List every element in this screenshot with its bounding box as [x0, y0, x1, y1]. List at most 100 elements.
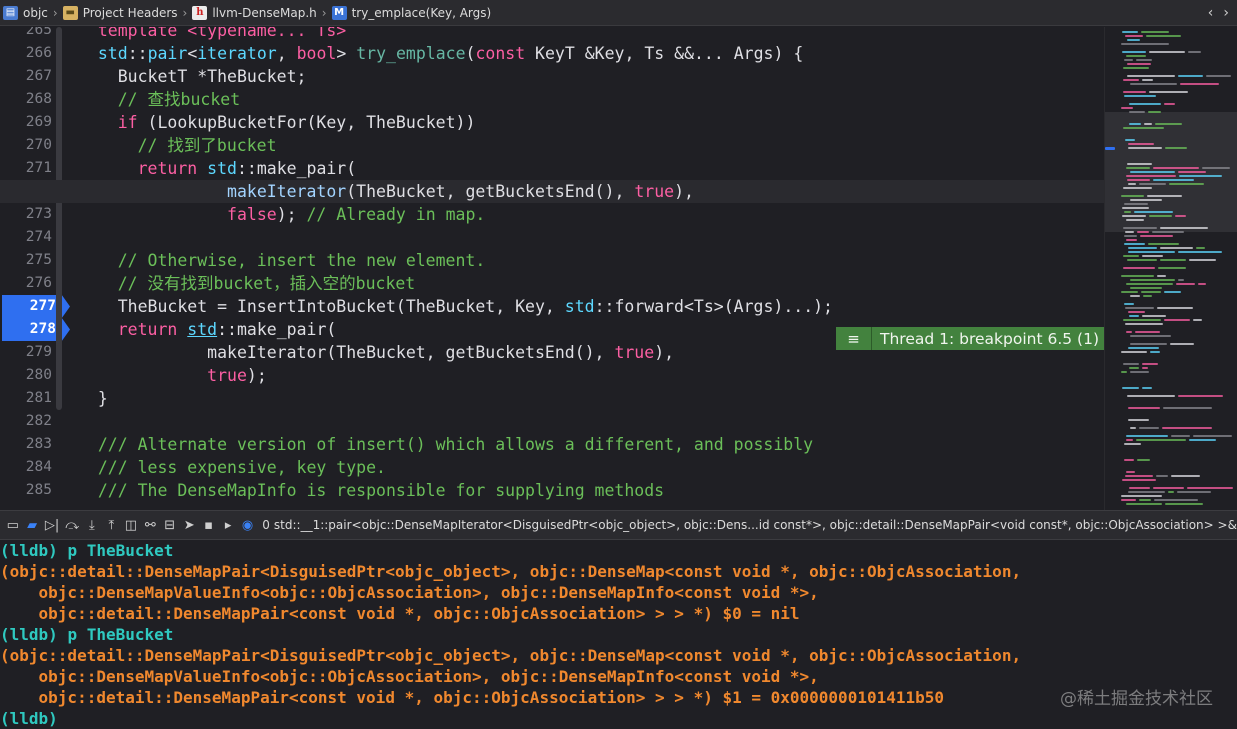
code-line[interactable]: } — [0, 387, 1104, 410]
continue-icon[interactable]: ▷| — [45, 513, 59, 537]
code-line[interactable]: template <typename... Ts> — [0, 27, 1104, 42]
minimap-line — [1143, 295, 1152, 297]
code-line[interactable]: BucketT *TheBucket; — [0, 65, 1104, 88]
menu-lines-icon: ≡ — [836, 327, 872, 350]
code-line[interactable]: // 查找bucket — [0, 88, 1104, 111]
terminal-icon[interactable]: ▪ — [202, 513, 215, 537]
back-icon[interactable]: ‹ — [1208, 5, 1214, 21]
minimap-line — [1193, 319, 1202, 321]
simulate-location-icon[interactable]: ➤ — [182, 513, 195, 537]
step-out-icon[interactable]: ⤒ — [105, 513, 118, 537]
minimap-line — [1125, 323, 1163, 325]
minimap-line — [1124, 59, 1133, 61]
code-line[interactable]: true); — [0, 364, 1104, 387]
console-toggle-icon[interactable]: ▭ — [6, 513, 19, 537]
code-line[interactable] — [0, 226, 1104, 249]
code-line[interactable]: // 没有找到bucket，插入空的bucket — [0, 272, 1104, 295]
minimap-line — [1142, 255, 1163, 257]
crumb-method[interactable]: M try_emplace(Key, Args) — [329, 0, 495, 25]
minimap-line — [1126, 55, 1146, 57]
minimap-line — [1180, 83, 1219, 85]
code-line[interactable]: // 找到了bucket — [0, 134, 1104, 157]
minimap[interactable] — [1104, 27, 1237, 510]
environment-override-icon[interactable]: ⊟ — [163, 513, 176, 537]
code-token: true — [634, 182, 675, 201]
minimap-line — [1127, 179, 1150, 181]
code-token: BucketT *TheBucket; — [78, 67, 307, 86]
crumb-folder[interactable]: ▬ Project Headers — [60, 0, 181, 25]
code-token: pair — [147, 44, 188, 63]
project-icon: ▤ — [3, 5, 18, 20]
chevron-right-icon: › — [52, 5, 58, 20]
minimap-line — [1126, 331, 1132, 333]
frame-description[interactable]: std::__1::pair<objc::DenseMapIterator<Di… — [274, 518, 1237, 532]
crumb-file[interactable]: h llvm-DenseMap.h — [189, 0, 319, 25]
code-token: ); — [246, 366, 267, 385]
code-line[interactable]: /// Alternate version of insert() which … — [0, 433, 1104, 456]
lldb-output: (objc::detail::DenseMapPair<DisguisedPtr… — [0, 562, 1022, 581]
minimap-line — [1160, 227, 1208, 229]
minimap-line — [1155, 123, 1182, 125]
lldb-console[interactable]: (lldb) p TheBucket (objc::detail::DenseMa… — [0, 540, 1237, 729]
minimap-line — [1129, 367, 1139, 369]
step-over-icon[interactable]: ⤼ — [65, 513, 79, 537]
minimap-line — [1122, 31, 1138, 33]
minimap-line — [1126, 175, 1176, 177]
minimap-line — [1144, 123, 1152, 125]
crumb-method-label: try_emplace(Key, Args) — [351, 5, 492, 20]
minimap-line — [1171, 435, 1190, 437]
console-line: objc::DenseMapValueInfo<objc::ObjcAssoci… — [0, 582, 1237, 603]
minimap-line — [1178, 251, 1222, 253]
minimap-line — [1126, 283, 1173, 285]
breakpoint-annotation[interactable]: ≡ Thread 1: breakpoint 6.5 (1) — [836, 327, 1104, 350]
console-line: (lldb) — [0, 708, 1237, 729]
minimap-line — [1142, 363, 1158, 365]
console-line: (lldb) p TheBucket — [0, 540, 1237, 561]
code-token: (TheBucket, getBucketsEnd(), — [346, 182, 635, 201]
code-line[interactable]: /// The DenseMapInfo is responsible for … — [0, 479, 1104, 502]
minimap-line — [1198, 283, 1206, 285]
code-line[interactable]: return std::make_pair( — [0, 157, 1104, 180]
minimap-line — [1124, 95, 1156, 97]
forward-icon[interactable]: › — [1223, 5, 1229, 21]
view-hierarchy-icon[interactable]: ◫ — [124, 513, 137, 537]
code-line[interactable] — [0, 410, 1104, 433]
lldb-output: objc::detail::DenseMapPair<const void *,… — [0, 688, 945, 707]
code-token: iterator — [197, 44, 277, 63]
thread-icon[interactable]: ▸ — [221, 513, 234, 537]
code-line[interactable]: std::pair<iterator, bool> try_emplace(co… — [0, 42, 1104, 65]
memory-graph-icon[interactable]: ⚯ — [144, 513, 157, 537]
minimap-line — [1129, 111, 1145, 113]
minimap-line — [1162, 427, 1212, 429]
minimap-line — [1128, 491, 1165, 493]
minimap-line — [1130, 343, 1167, 345]
source-editor[interactable]: 2652662672682692702712722732742752762772… — [0, 27, 1104, 510]
minimap-line — [1130, 287, 1162, 289]
frame-icon[interactable]: ◉ — [241, 513, 254, 537]
code-line[interactable]: false); // Already in map. — [0, 203, 1104, 226]
code-line[interactable]: makeIterator(TheBucket, getBucketsEnd(),… — [0, 180, 1104, 203]
step-into-icon[interactable]: ⤓ — [85, 513, 98, 537]
code-line[interactable]: TheBucket = InsertIntoBucket(TheBucket, … — [0, 295, 1104, 318]
minimap-line — [1165, 503, 1203, 505]
debug-bar: ▭ ▰ ▷| ⤼ ⤓ ⤒ ◫ ⚯ ⊟ ➤ ▪ ▸ ◉ 0 std::__1::p… — [0, 510, 1237, 540]
minimap-line — [1125, 231, 1134, 233]
minimap-line — [1206, 75, 1231, 77]
minimap-line — [1126, 167, 1150, 169]
minimap-line — [1165, 147, 1187, 149]
crumb-project[interactable]: ▤ objc — [0, 0, 51, 25]
minimap-line — [1126, 439, 1133, 441]
code-token: std — [97, 44, 128, 63]
breakpoints-toggle-icon[interactable]: ▰ — [25, 513, 38, 537]
minimap-line — [1128, 183, 1136, 185]
code-line[interactable]: // Otherwise, insert the new element. — [0, 249, 1104, 272]
code-line[interactable]: if (LookupBucketFor(Key, TheBucket)) — [0, 111, 1104, 134]
minimap-breakpoint-marker — [1105, 147, 1115, 150]
minimap-line — [1152, 231, 1184, 233]
code-token: return — [137, 159, 198, 178]
minimap-line — [1178, 75, 1203, 77]
code-line[interactable]: /// less expensive, key type. — [0, 456, 1104, 479]
